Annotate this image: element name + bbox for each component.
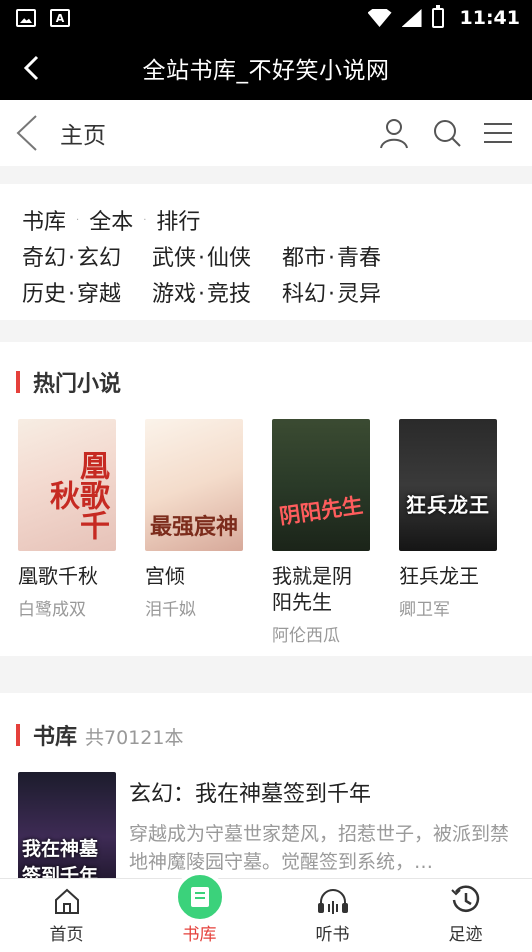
tab-history[interactable]: 足迹 — [399, 879, 532, 952]
section-heading: 热门小说 — [0, 366, 121, 398]
library-title: 书库 — [33, 725, 78, 750]
nav-row-genres-2: 历史·穿越 游戏·竞技 科幻·灵异 — [22, 274, 510, 310]
menu-icon[interactable] — [484, 122, 512, 144]
book-card[interactable]: 最强宸神 宫倾 泪千姒 — [145, 419, 243, 646]
book-title[interactable]: 凰歌千秋 — [18, 563, 116, 589]
user-icon[interactable] — [378, 117, 410, 149]
nav-link-ranking[interactable]: 排行 — [156, 204, 200, 236]
tab-audiobook[interactable]: 听书 — [266, 879, 399, 952]
book-author: 白鹭成双 — [18, 600, 86, 620]
section-marker — [16, 724, 20, 746]
chevron-left-icon — [23, 55, 39, 81]
home-icon — [54, 888, 79, 914]
search-icon[interactable] — [432, 118, 462, 148]
book-author: 卿卫军 — [399, 600, 450, 620]
book-cover[interactable]: 狂兵龙王 — [399, 419, 497, 551]
image-icon — [16, 9, 36, 27]
book-cover[interactable]: 阴阳先生 — [272, 419, 370, 551]
nav-link-complete[interactable]: 全本 — [89, 204, 133, 236]
book-icon — [173, 871, 226, 923]
section-marker — [16, 371, 20, 393]
nav-link-history[interactable]: 历史·穿越 — [22, 276, 152, 308]
status-time: 11:41 — [459, 7, 520, 29]
book-cover[interactable]: 最强宸神 — [145, 419, 243, 551]
book-card[interactable]: 狂兵龙王 狂兵龙王 卿卫军 — [399, 419, 497, 646]
book-author: 泪千姒 — [145, 600, 196, 620]
hot-novels-section: 热门小说 凰歌千秋 凰歌千秋 白鹭成双 最强宸神 宫倾 泪千姒 阴阳先生 我就是… — [0, 342, 532, 656]
book-title[interactable]: 狂兵龙王 — [399, 563, 497, 589]
bottom-tab-bar: 首页 书库 听书 足迹 — [0, 871, 532, 952]
battery-icon — [431, 5, 444, 28]
section-heading: 书库 共70121本 — [0, 719, 183, 751]
a-icon: A — [50, 9, 70, 27]
headphones-icon — [317, 889, 348, 914]
tab-library[interactable]: 书库 — [133, 871, 266, 952]
book-card[interactable]: 阴阳先生 我就是阴阳先生 阿伦西瓜 — [272, 419, 370, 646]
book-card[interactable]: 凰歌千秋 凰歌千秋 白鹭成双 — [18, 419, 116, 646]
nav-link-fantasy[interactable]: 奇幻·玄幻 — [22, 240, 152, 272]
book-title[interactable]: 宫倾 — [145, 563, 243, 589]
app-title: 全站书库_不好笑小说网 — [142, 58, 390, 84]
back-button[interactable] — [18, 54, 46, 82]
nav-row-genres-1: 奇幻·玄幻 武侠·仙侠 都市·青春 — [22, 238, 510, 274]
book-title[interactable]: 玄幻：我在神墓签到千年 — [129, 776, 509, 808]
tab-label: 首页 — [49, 925, 84, 945]
nav-link-games[interactable]: 游戏·竞技 — [152, 276, 282, 308]
nav-separator: · — [143, 214, 147, 226]
nav-link-library[interactable]: 书库 — [22, 204, 66, 236]
history-icon — [450, 885, 479, 912]
category-nav: 书库 · 全本 · 排行 奇幻·玄幻 武侠·仙侠 都市·青春 历史·穿越 游戏·… — [0, 184, 532, 320]
nav-link-urban[interactable]: 都市·青春 — [282, 240, 412, 272]
library-count: 共70121本 — [85, 727, 184, 749]
nav-separator: · — [76, 214, 80, 226]
book-cover[interactable]: 凰歌千秋 — [18, 419, 116, 551]
tab-home[interactable]: 首页 — [0, 879, 133, 952]
status-bar: A 11:41 — [0, 0, 532, 36]
wifi-icon — [367, 9, 392, 27]
tab-label: 听书 — [315, 925, 350, 945]
tab-label: 足迹 — [448, 925, 483, 945]
book-description: 穿越成为守墓世家楚风，招惹世子，被派到禁地神魔陵园守墓。觉醒签到系统，… — [129, 823, 509, 873]
hot-novels-title: 热门小说 — [33, 372, 122, 397]
tab-label: 书库 — [182, 925, 217, 945]
back-icon — [16, 115, 37, 151]
nav-link-wuxia[interactable]: 武侠·仙侠 — [152, 240, 282, 272]
page-header: 主页 — [0, 100, 532, 166]
signal-icon — [401, 9, 422, 27]
page-title: 主页 — [60, 123, 106, 149]
book-title[interactable]: 我就是阴阳先生 — [272, 563, 370, 615]
app-bar: 全站书库_不好笑小说网 — [0, 36, 532, 100]
nav-row-main: 书库 · 全本 · 排行 — [22, 202, 510, 238]
book-author: 阿伦西瓜 — [272, 626, 340, 646]
nav-link-scifi[interactable]: 科幻·灵异 — [282, 276, 412, 308]
page-back-button[interactable] — [14, 113, 44, 153]
